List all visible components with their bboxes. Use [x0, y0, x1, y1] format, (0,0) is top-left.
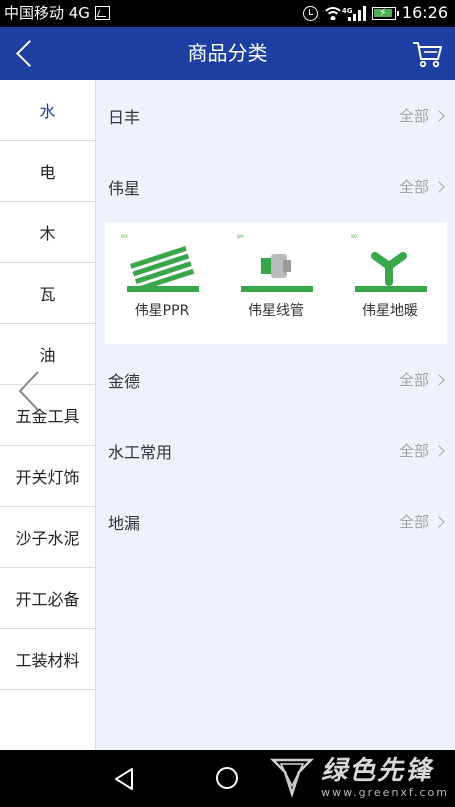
brand-row-plumbing-common[interactable]: 水工常用 全部	[96, 415, 455, 486]
chevron-right-icon	[433, 373, 445, 386]
subcategory-item[interactable]: WX 伟星PPR	[107, 232, 217, 320]
image-notification-icon	[94, 6, 110, 20]
watermark-title: 绿色先锋	[321, 755, 434, 786]
sidebar-item-electric[interactable]: 电	[0, 141, 95, 202]
sidebar-item-sand-cement[interactable]: 沙子水泥	[0, 507, 95, 568]
sidebar-item-tile[interactable]: 瓦	[0, 263, 95, 324]
view-all-link[interactable]: 全部	[399, 440, 445, 461]
chevron-right-icon	[433, 180, 445, 193]
category-sidebar: 水 电 木 瓦 油 五金工具 开关灯饰 沙子水泥 开工必备 工装材料	[0, 80, 96, 750]
subcategory-item[interactable]: WX 伟星线管	[221, 232, 331, 320]
chevron-right-icon	[433, 444, 445, 457]
page-title: 商品分类	[187, 41, 268, 65]
view-all-link[interactable]: 全部	[399, 369, 445, 390]
signal-icon: 4G	[342, 5, 366, 21]
subcategory-grid: WX 伟星PPR WX 伟星线管 WX 伟星地暖	[105, 222, 447, 344]
content-area: 水 电 木 瓦 油 五金工具 开关灯饰 沙子水泥 开工必备 工装材料 日丰 全部…	[0, 80, 455, 750]
brand-name: 金德	[108, 371, 141, 391]
network-type-label: 4G	[341, 7, 353, 15]
view-all-link[interactable]: 全部	[399, 176, 445, 197]
watermark-logo-icon	[270, 758, 315, 799]
svg-text:WX: WX	[351, 234, 358, 239]
subcategory-item[interactable]: WX 伟星地暖	[335, 232, 445, 320]
svg-text:WX: WX	[121, 234, 128, 239]
sidebar-item-startup-essentials[interactable]: 开工必备	[0, 568, 95, 629]
brand-name: 伟星	[108, 178, 141, 198]
wifi-icon	[323, 6, 342, 20]
chevron-left-icon[interactable]	[14, 368, 44, 414]
chevron-right-icon	[433, 109, 445, 122]
nav-home-icon[interactable]	[216, 767, 238, 789]
sidebar-item-switches-lighting[interactable]: 开关灯饰	[0, 446, 95, 507]
status-bar: 中国移动 4G 4G ⚡ 16:26	[0, 0, 455, 27]
brand-name: 水工常用	[108, 442, 173, 462]
watermark-url: www.greenxf.com	[321, 785, 449, 799]
cart-button[interactable]	[411, 39, 443, 69]
nav-back-icon[interactable]	[113, 767, 135, 791]
view-all-link[interactable]: 全部	[399, 105, 445, 126]
y-fitting-image: WX	[351, 234, 427, 292]
sidebar-item-wood[interactable]: 木	[0, 202, 95, 263]
carrier-label: 中国移动 4G	[4, 4, 90, 22]
brand-name: 地漏	[108, 513, 141, 533]
sidebar-item-water[interactable]: 水	[0, 80, 95, 141]
brand-row-jinde[interactable]: 金德 全部	[96, 344, 455, 415]
brand-name: 日丰	[108, 107, 141, 127]
ppr-pipes-image: WX	[121, 234, 199, 292]
view-all-link[interactable]: 全部	[399, 511, 445, 532]
brand-row-floor-drain[interactable]: 地漏 全部	[96, 486, 455, 557]
subcategory-label: 伟星线管	[248, 303, 304, 319]
subcategory-label: 伟星PPR	[134, 303, 190, 319]
battery-icon: ⚡	[371, 6, 399, 20]
pipe-fitting-image: WX	[237, 234, 313, 292]
cart-icon	[413, 42, 442, 68]
watermark: 绿色先锋 www.greenxf.com	[269, 754, 449, 800]
sidebar-item-fitout-materials[interactable]: 工装材料	[0, 629, 95, 690]
clock: 16:26	[401, 3, 448, 22]
brand-row-rifeng[interactable]: 日丰 全部	[96, 80, 455, 151]
system-nav-bar: 绿色先锋 www.greenxf.com	[0, 750, 455, 807]
chevron-right-icon	[433, 515, 445, 528]
brand-panel: 日丰 全部 伟星 全部 WX 伟星PPR WX 伟星线管 WX 伟星地暖 金德 …	[96, 80, 455, 750]
svg-text:WX: WX	[237, 234, 244, 239]
alarm-icon	[302, 5, 318, 21]
app-bar: 商品分类	[0, 27, 455, 80]
brand-row-weixing[interactable]: 伟星 全部	[96, 151, 455, 222]
subcategory-label: 伟星地暖	[362, 303, 418, 319]
